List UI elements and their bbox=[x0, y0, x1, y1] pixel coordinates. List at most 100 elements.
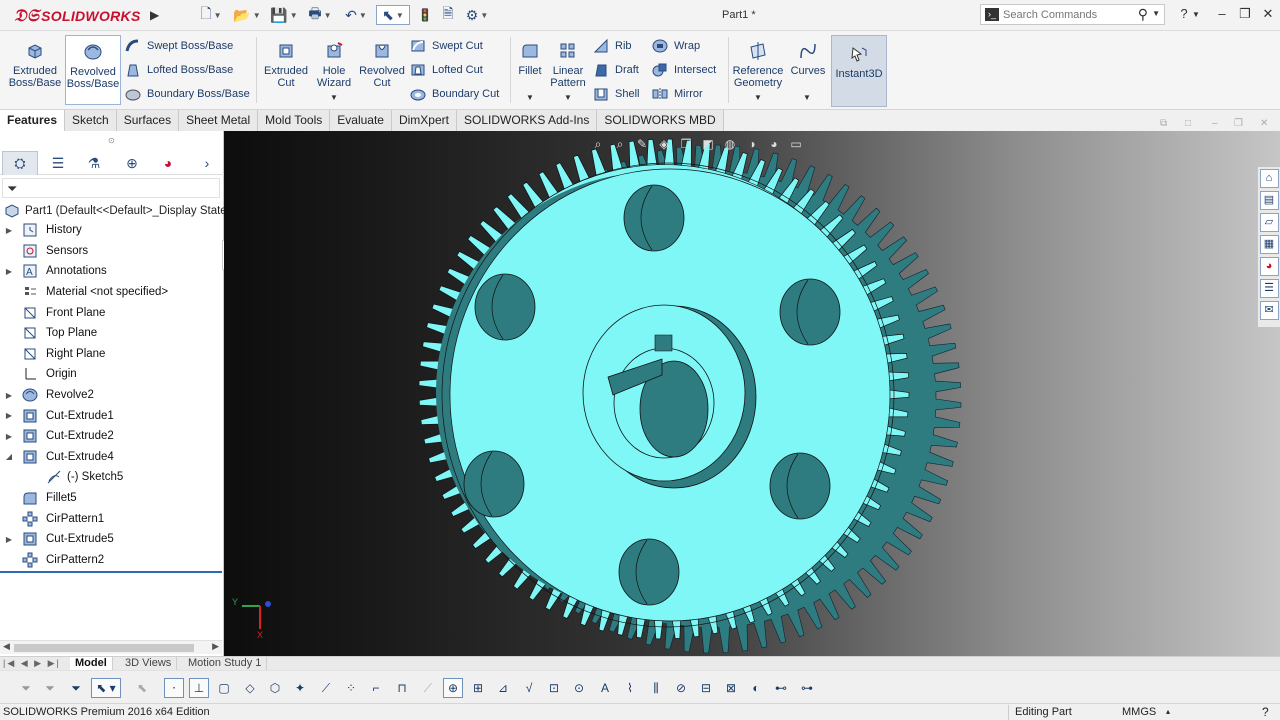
filter-mates-icon[interactable]: ⊶ bbox=[797, 678, 817, 698]
scrollbar-thumb[interactable] bbox=[14, 644, 194, 652]
close-button[interactable]: ✕ bbox=[1258, 6, 1278, 22]
search-input[interactable] bbox=[1003, 7, 1133, 22]
selection-cursor-icon[interactable]: ⬉ ▾ bbox=[91, 678, 121, 698]
tree-item[interactable]: ▶ Cut-Extrude1 bbox=[0, 405, 224, 426]
fillet-dropdown-icon[interactable]: ▼ bbox=[526, 93, 534, 102]
horizontal-scrollbar[interactable]: ◀ ▶ bbox=[0, 640, 222, 654]
save-button[interactable]: 💾 ▼ bbox=[268, 5, 300, 25]
tab-feature-manager[interactable]: ⛭ bbox=[2, 151, 38, 175]
custom-properties-icon[interactable]: ☰ bbox=[1259, 279, 1279, 298]
select-button[interactable]: ⬉ ▼ bbox=[376, 5, 410, 25]
rollback-bar[interactable] bbox=[0, 571, 222, 573]
new-document-button[interactable]: 🗋 ▼ bbox=[196, 5, 226, 25]
select-all-filters-icon[interactable]: ⏷ bbox=[66, 678, 86, 698]
forum-icon[interactable]: ✉ bbox=[1259, 301, 1279, 320]
tab-display-manager[interactable]: ◕ bbox=[150, 151, 186, 175]
tree-item[interactable]: Top Plane bbox=[0, 323, 224, 344]
filter-faces-icon[interactable]: ▢ bbox=[214, 678, 234, 698]
tree-item[interactable]: ◢ Cut-Extrude4 bbox=[0, 447, 224, 468]
collapse-arrow-icon[interactable]: ◢ bbox=[4, 452, 14, 461]
solidworks-logo[interactable]: 𝔇𝔖 SOLIDWORKS bbox=[14, 6, 141, 26]
tab-sheet-metal[interactable]: Sheet Metal bbox=[179, 110, 259, 131]
lofted-boss-button[interactable]: Lofted Boss/Base bbox=[125, 60, 233, 80]
tab-sketch[interactable]: Sketch bbox=[65, 110, 117, 131]
view-orientation-icon[interactable]: ❒ bbox=[678, 137, 694, 153]
gear-model[interactable] bbox=[224, 131, 1280, 656]
zoom-to-fit-icon[interactable]: ⌕ bbox=[590, 137, 606, 153]
tree-item[interactable]: Front Plane bbox=[0, 302, 224, 323]
filter-connection-points-icon[interactable]: ⊷ bbox=[771, 678, 791, 698]
tree-item[interactable]: ▶ A Annotations bbox=[0, 261, 224, 282]
filter-surface-bodies-icon[interactable]: ◇ bbox=[240, 678, 260, 698]
tab-features[interactable]: Features bbox=[0, 110, 66, 131]
tab-mold-tools[interactable]: Mold Tools bbox=[258, 110, 331, 131]
tab-model[interactable]: Model bbox=[70, 657, 113, 671]
filter-midpoints-icon[interactable]: ⊓ bbox=[392, 678, 412, 698]
tree-item[interactable]: ▶ Revolve2 bbox=[0, 385, 224, 406]
search-commands-box[interactable]: ›_ ⚲ ▼ bbox=[980, 4, 1165, 25]
hole-wizard-dropdown-icon[interactable]: ▼ bbox=[330, 93, 338, 102]
filter-solid-bodies-icon[interactable]: ⬡ bbox=[265, 678, 285, 698]
open-document-button[interactable]: 📂 ▼ bbox=[231, 5, 263, 25]
search-icon[interactable]: ⚲ bbox=[1138, 6, 1148, 23]
tree-item[interactable]: ▶ History bbox=[0, 220, 224, 241]
tree-item[interactable]: CirPattern2 bbox=[0, 550, 224, 571]
print-button[interactable]: 🖶 ▼ bbox=[304, 5, 336, 25]
display-style-icon[interactable]: ◩ bbox=[700, 137, 716, 153]
boundary-cut-button[interactable]: Boundary Cut bbox=[410, 84, 499, 104]
tree-item[interactable]: ▶ Cut-Extrude5 bbox=[0, 529, 224, 550]
filter-toggle-icon[interactable]: ⏷ bbox=[16, 678, 36, 698]
feature-tree-filter[interactable]: ⏷ bbox=[2, 178, 220, 198]
filter-vertices-icon[interactable]: ⋅ bbox=[164, 678, 184, 698]
section-view-icon[interactable]: ◈ bbox=[656, 137, 672, 153]
expand-arrow-icon[interactable]: ▶ bbox=[4, 226, 14, 235]
viewport-restore-icon[interactable]: ❐ bbox=[1160, 131, 1170, 132]
swept-cut-button[interactable]: Swept Cut bbox=[410, 36, 483, 56]
reference-geometry-dropdown-icon[interactable]: ▼ bbox=[754, 93, 762, 102]
filter-center-marks-icon[interactable]: ⊕ bbox=[443, 678, 463, 698]
swept-boss-button[interactable]: Swept Boss/Base bbox=[125, 36, 233, 56]
curves-dropdown-icon[interactable]: ▼ bbox=[803, 93, 811, 102]
expand-arrow-icon[interactable]: ▶ bbox=[4, 535, 14, 544]
tree-root-part[interactable]: Part1 (Default<<Default>_Display State bbox=[4, 202, 227, 220]
expand-arrow-icon[interactable]: ▶ bbox=[4, 391, 14, 400]
filter-geometric-tolerances-icon[interactable]: √ bbox=[519, 678, 539, 698]
panel-tabs-more-arrow-icon[interactable]: › bbox=[196, 151, 218, 175]
tab-property-manager[interactable]: ☰ bbox=[40, 151, 76, 175]
filter-dimensions-icon[interactable]: ⟋ bbox=[418, 678, 438, 698]
viewport-split-icon[interactable]: ⧉ bbox=[1160, 118, 1167, 129]
filter-cosmetic-threads-icon[interactable]: ⊞ bbox=[468, 678, 488, 698]
tree-item[interactable]: Material <not specified> bbox=[0, 282, 224, 303]
filter-sketch-segments-icon[interactable]: ⌐ bbox=[366, 678, 386, 698]
help-icon[interactable]: ? bbox=[1262, 705, 1269, 719]
file-properties-button[interactable]: 🗎 bbox=[440, 5, 456, 25]
appearances-icon[interactable]: ◕ bbox=[1259, 257, 1279, 276]
file-explorer-icon[interactable]: ▱ bbox=[1259, 213, 1279, 232]
expand-arrow-icon[interactable]: ▶ bbox=[4, 267, 14, 276]
filter-dowel-pins-icon[interactable]: ⊘ bbox=[671, 678, 691, 698]
tab-3d-views[interactable]: 3D Views bbox=[120, 657, 178, 671]
view-settings-icon[interactable]: ▭ bbox=[788, 137, 804, 153]
boundary-boss-button[interactable]: Boundary Boss/Base bbox=[125, 84, 250, 104]
units-selector[interactable]: MMGS bbox=[1122, 706, 1156, 718]
design-library-icon[interactable]: ▤ bbox=[1259, 191, 1279, 210]
graphics-area[interactable]: ⌕ ⌕ ✎ ◈ ❒ ◩ ◍ ◑ ◕ ▭ ❐ bbox=[224, 131, 1280, 656]
edit-appearance-icon[interactable]: ◑ bbox=[744, 137, 760, 153]
tree-item[interactable]: CirPattern1 bbox=[0, 508, 224, 529]
scroll-left-icon[interactable]: ◀ bbox=[3, 641, 10, 652]
shell-button[interactable]: Shell bbox=[593, 84, 639, 104]
tree-item[interactable]: ▶ Cut-Extrude2 bbox=[0, 426, 224, 447]
expand-arrow-icon[interactable]: ▶ bbox=[4, 411, 14, 420]
tree-item[interactable]: Origin bbox=[0, 364, 224, 385]
intersect-button[interactable]: Intersect bbox=[652, 60, 716, 80]
tree-item[interactable]: (-) Sketch5 bbox=[0, 467, 224, 488]
restore-button[interactable]: ❐ bbox=[1235, 6, 1255, 22]
filter-weld-symbols-icon[interactable]: A bbox=[595, 678, 615, 698]
tree-item[interactable]: Fillet5 bbox=[0, 488, 224, 509]
draft-button[interactable]: Draft bbox=[593, 60, 639, 80]
tab-solidworks-addins[interactable]: SOLIDWORKS Add-Ins bbox=[456, 110, 598, 131]
panel-grip-icon[interactable]: ⊙ bbox=[108, 136, 115, 145]
tab-evaluate[interactable]: Evaluate bbox=[330, 110, 392, 131]
tree-item[interactable]: Sensors bbox=[0, 241, 224, 262]
filter-axes-icon[interactable]: ✦ bbox=[290, 678, 310, 698]
